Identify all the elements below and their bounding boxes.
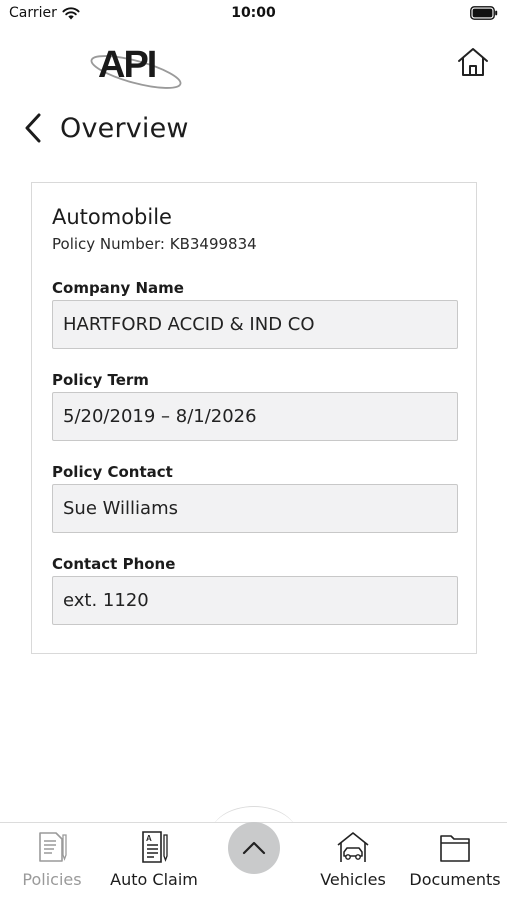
documents-icon (440, 835, 470, 862)
nav-label-auto-claim: Auto Claim (110, 870, 198, 889)
contact-phone-label: Contact Phone (52, 555, 176, 573)
logo-text: API (98, 44, 156, 86)
back-button[interactable]: Overview (22, 108, 189, 148)
chevron-up-icon (242, 841, 266, 855)
contact-phone-field[interactable]: ext. 1120 (52, 576, 458, 625)
nav-item-policies[interactable]: Policies (18, 829, 86, 893)
battery-icon (470, 6, 498, 20)
page-title: Overview (60, 112, 189, 144)
policy-contact-label: Policy Contact (52, 463, 173, 481)
home-icon[interactable] (455, 44, 491, 80)
company-name-field[interactable]: HARTFORD ACCID & IND CO (52, 300, 458, 349)
nav-item-auto-claim[interactable]: A Auto Claim (106, 829, 202, 893)
policy-type: Automobile (52, 205, 172, 229)
status-time: 10:00 (231, 5, 276, 21)
expand-menu-button[interactable] (228, 822, 280, 874)
nav-label-documents: Documents (409, 870, 501, 889)
chevron-left-icon (25, 113, 41, 143)
policy-term-label: Policy Term (52, 371, 149, 389)
policies-icon (39, 832, 67, 862)
policy-term-field[interactable]: 5/20/2019 – 8/1/2026 (52, 392, 458, 441)
company-name-label: Company Name (52, 279, 184, 297)
policy-number: Policy Number: KB3499834 (52, 235, 257, 253)
status-bar: Carrier 10:00 (0, 0, 507, 28)
nav-label-vehicles: Vehicles (320, 870, 386, 889)
policy-contact-field[interactable]: Sue Williams (52, 484, 458, 533)
vehicles-icon (337, 832, 369, 862)
overview-screen: Carrier 10:00 API Overview Automobile Po… (0, 0, 507, 900)
policy-card: Automobile Policy Number: KB3499834 Comp… (31, 182, 477, 654)
nav-label-policies: Policies (22, 870, 82, 889)
nav-item-documents[interactable]: Documents (406, 829, 504, 893)
nav-item-vehicles[interactable]: Vehicles (314, 829, 392, 893)
api-logo: API (90, 44, 182, 89)
auto-claim-icon: A (142, 831, 168, 863)
svg-text:A: A (146, 834, 152, 843)
